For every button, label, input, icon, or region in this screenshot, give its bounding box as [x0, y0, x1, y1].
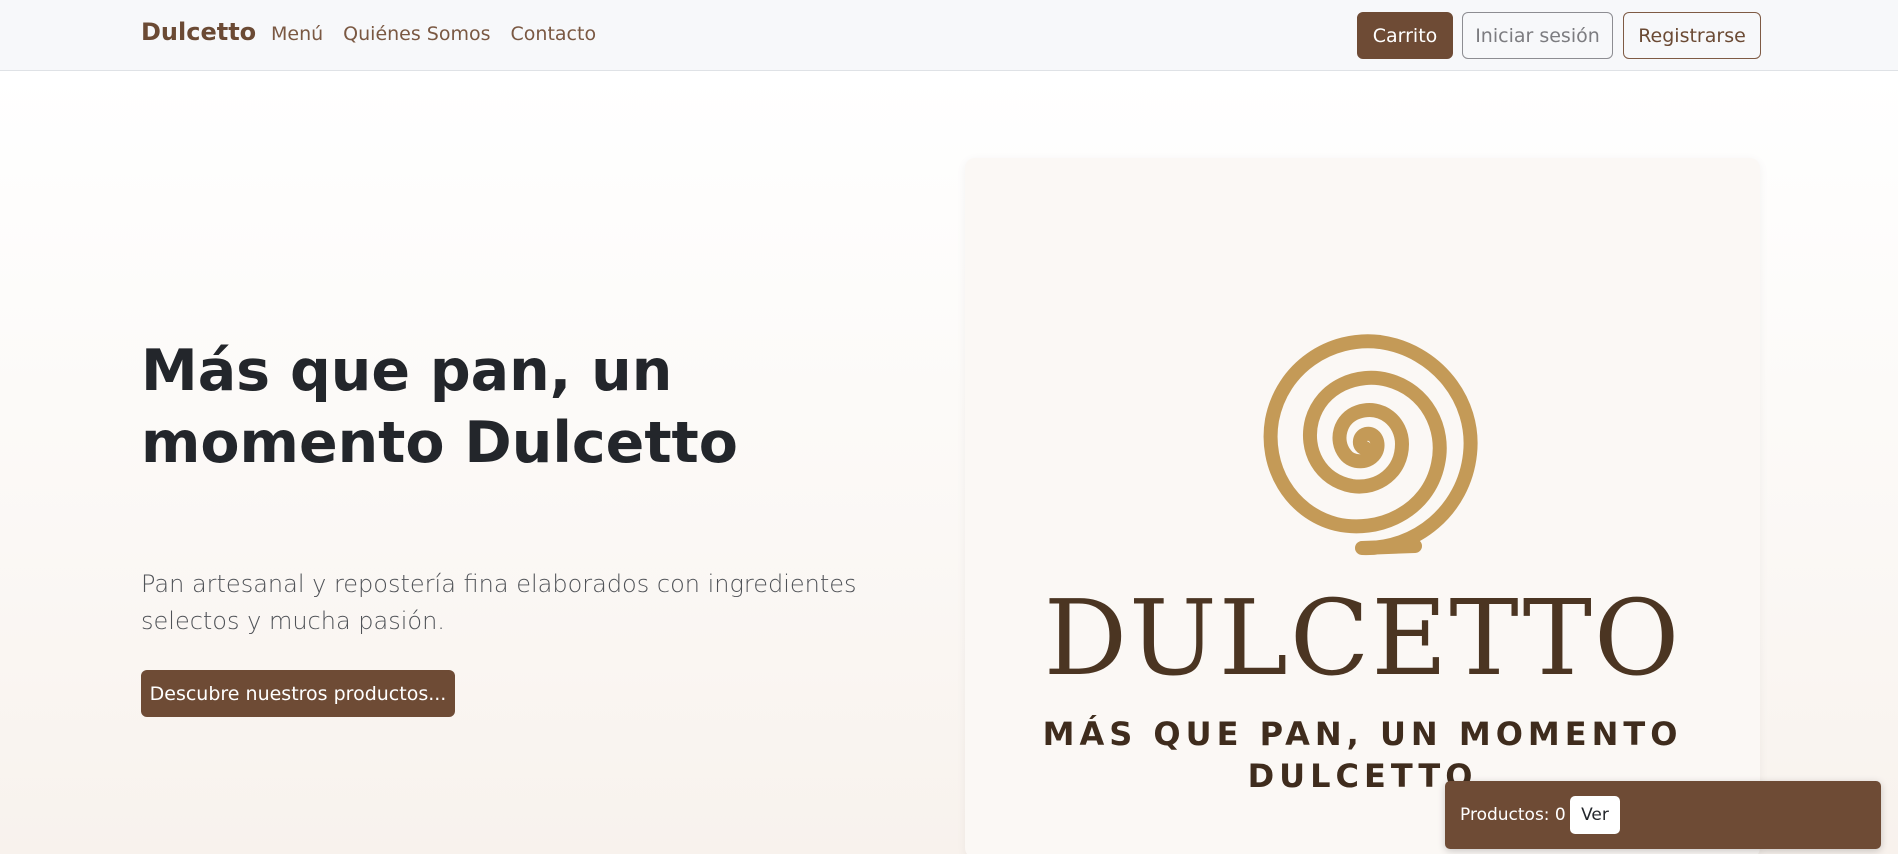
- nav-links: Menú Quiénes Somos Contacto: [271, 23, 596, 45]
- brand-link[interactable]: Dulcetto: [141, 18, 256, 46]
- nav-link-contact[interactable]: Contacto: [511, 23, 597, 45]
- spiral-logo-icon: [1263, 334, 1478, 556]
- discover-products-button[interactable]: Descubre nuestros productos...: [141, 670, 455, 717]
- logo-card: DULCETTO MÁS QUE PAN, UN MOMENTO DULCETT…: [965, 158, 1760, 854]
- cart-count-label: Productos: 0: [1460, 805, 1566, 825]
- cart-button[interactable]: Carrito: [1357, 12, 1453, 59]
- view-cart-button[interactable]: Ver: [1570, 796, 1620, 834]
- top-navbar: Dulcetto Menú Quiénes Somos Contacto Car…: [0, 0, 1898, 71]
- logo-wordmark: DULCETTO: [1043, 577, 1682, 699]
- nav-link-menu[interactable]: Menú: [271, 23, 323, 45]
- hero-subtitle: Pan artesanal y repostería fina elaborad…: [141, 570, 857, 635]
- floating-cart-widget: Productos: 0 Ver: [1445, 781, 1881, 849]
- register-button[interactable]: Registrarse: [1623, 12, 1761, 59]
- nav-link-about[interactable]: Quiénes Somos: [343, 23, 490, 45]
- login-button[interactable]: Iniciar sesión: [1462, 12, 1613, 59]
- hero-title: Más que pan, un momento Dulcetto: [141, 338, 738, 476]
